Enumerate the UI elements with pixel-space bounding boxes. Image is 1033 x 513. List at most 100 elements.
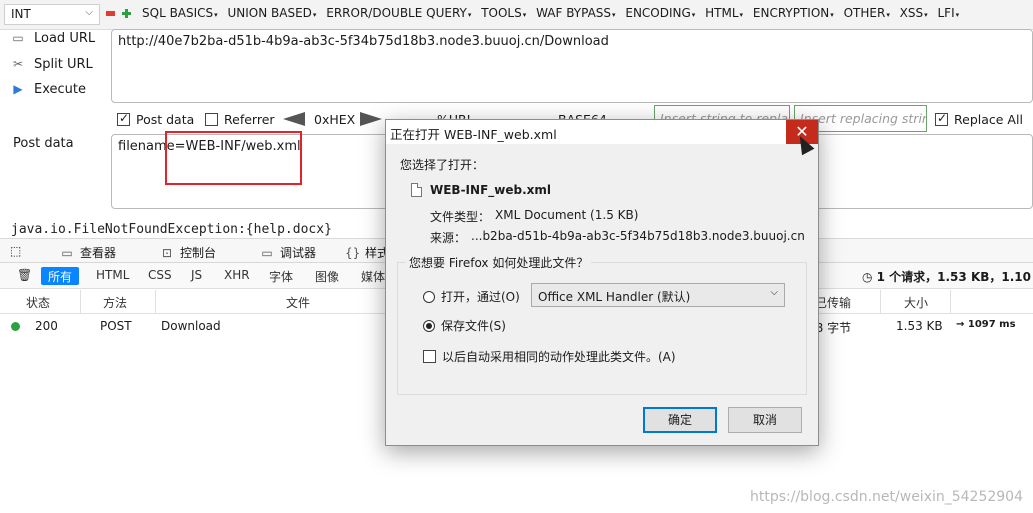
minus-icon[interactable] xyxy=(106,9,115,18)
load-url-label: Load URL xyxy=(34,31,96,46)
filter-images[interactable]: 图像 xyxy=(308,267,346,285)
save-file-radio[interactable]: 保存文件(S) xyxy=(423,317,506,334)
stopwatch-icon: ◷ xyxy=(861,270,877,284)
tab-inspector-label: 查看器 xyxy=(80,246,117,260)
menu-error-double-query[interactable]: ERROR/DOUBLE QUERY xyxy=(326,6,471,20)
int-select[interactable]: INT ⌵ xyxy=(4,4,100,25)
hex-encode-arrow-icon[interactable] xyxy=(360,112,382,126)
tab-style[interactable]: {} 样式 xyxy=(345,244,389,261)
hackbar-toolbar: INT ⌵ SQL BASICS UNION BASED ERROR/DOUBL… xyxy=(0,0,1033,30)
referrer-checkbox[interactable]: Referrer xyxy=(205,112,275,127)
network-summary-text: 1 个请求，1.53 KB，1.10 xyxy=(876,270,1031,284)
file-type-label: 文件类型： xyxy=(430,210,491,224)
replace-all-label: Replace All xyxy=(954,112,1023,127)
checkbox-checked-icon xyxy=(117,111,130,126)
execute-label: Execute xyxy=(34,82,86,97)
dialog-title: 正在打开 WEB-INF_web.xml xyxy=(390,127,557,142)
auto-action-checkbox[interactable]: 以后自动采用相同的动作处理此类文件。(A) xyxy=(423,348,676,365)
checkbox-icon xyxy=(423,350,436,363)
dialog-filename: WEB-INF_web.xml xyxy=(430,183,551,197)
menu-html[interactable]: HTML xyxy=(705,6,743,20)
execute-button[interactable]: ▶ Execute xyxy=(10,82,86,97)
col-file[interactable]: 文件 xyxy=(286,294,310,311)
load-url-button[interactable]: ▭ Load URL xyxy=(10,31,95,46)
source-label: 来源： xyxy=(430,231,467,245)
chevron-down-icon: ⌵ xyxy=(770,287,778,298)
filter-fonts[interactable]: 字体 xyxy=(262,267,300,285)
scissors-icon: ✂ xyxy=(12,57,24,71)
radio-icon xyxy=(423,291,435,303)
menu-sql-basics[interactable]: SQL BASICS xyxy=(142,6,218,20)
app-select[interactable]: Office XML Handler (默认) ⌵ xyxy=(531,283,785,307)
console-icon: ⊡ xyxy=(161,246,173,260)
filter-html[interactable]: HTML xyxy=(89,267,136,285)
replace-all-checkbox[interactable]: Replace All xyxy=(935,111,1023,127)
play-icon: ▶ xyxy=(13,82,23,96)
open-file-dialog: 正在打开 WEB-INF_web.xml ✕ 您选择了打开： WEB-INF_w… xyxy=(385,119,819,446)
dialog-intro: 您选择了打开： xyxy=(400,158,485,172)
menu-encoding[interactable]: ENCODING xyxy=(625,6,695,20)
col-size[interactable]: 大小 xyxy=(904,294,928,311)
row-file: Download xyxy=(161,319,221,333)
referrer-label: Referrer xyxy=(224,112,275,127)
post-data-option-label: Post data xyxy=(136,112,195,127)
open-with-radio[interactable]: 打开，通过(O) xyxy=(423,288,520,305)
filter-all[interactable]: 所有 xyxy=(41,267,80,285)
action-group: 您想要 Firefox 如何处理此文件？ 打开，通过(O) Office XML… xyxy=(397,254,807,395)
filter-xhr[interactable]: XHR xyxy=(217,267,257,285)
ok-button[interactable]: 确定 xyxy=(643,407,717,433)
tab-console-label: 控制台 xyxy=(180,246,217,260)
app-select-value: Office XML Handler (默认) xyxy=(538,290,691,304)
chevron-down-icon: ⌵ xyxy=(85,7,93,18)
row-method: POST xyxy=(100,319,132,333)
row-time: → 1097 ms xyxy=(956,319,1016,330)
status-dot-icon xyxy=(11,322,20,331)
filter-js[interactable]: JS xyxy=(184,267,209,285)
file-type-value: XML Document (1.5 KB) xyxy=(495,208,639,222)
int-select-value: INT xyxy=(11,7,31,21)
checkbox-icon xyxy=(205,113,218,126)
hex-decode-arrow-icon[interactable] xyxy=(283,112,305,126)
row-size: 1.53 KB xyxy=(896,319,943,333)
menu-other[interactable]: OTHER xyxy=(844,6,890,20)
plus-icon[interactable] xyxy=(122,9,131,18)
file-icon xyxy=(411,183,422,197)
tab-debugger[interactable]: ▭ 调试器 xyxy=(260,244,316,261)
url-input[interactable]: http://40e7b2ba-d51b-4b9a-ab3c-5f34b75d1… xyxy=(111,29,1033,103)
source-value: ...b2ba-d51b-4b9a-ab3c-5f34b75d18b3.node… xyxy=(471,229,805,243)
menu-union-based[interactable]: UNION BASED xyxy=(228,6,317,20)
column-divider xyxy=(880,290,881,313)
checkbox-checked-icon xyxy=(935,111,948,126)
post-data-label: Post data xyxy=(13,136,74,151)
menu-waf-bypass[interactable]: WAF BYPASS xyxy=(536,6,615,20)
tab-debugger-label: 调试器 xyxy=(280,246,317,260)
tab-inspector[interactable]: ▭ 查看器 xyxy=(60,244,116,261)
hex-label: 0xHEX xyxy=(314,112,356,127)
row-status: 200 xyxy=(35,319,58,333)
split-url-label: Split URL xyxy=(34,57,93,72)
filter-css[interactable]: CSS xyxy=(141,267,179,285)
col-method[interactable]: 方法 xyxy=(103,294,127,311)
menu-tools[interactable]: TOOLS xyxy=(481,6,526,20)
open-with-label: 打开，通过(O) xyxy=(441,290,520,304)
post-data-checkbox[interactable]: Post data xyxy=(117,111,195,127)
menu-xss[interactable]: XSS xyxy=(900,6,928,20)
hackbar-menu: SQL BASICS UNION BASED ERROR/DOUBLE QUER… xyxy=(142,6,965,20)
tab-console[interactable]: ⊡ 控制台 xyxy=(160,244,216,261)
cancel-button[interactable]: 取消 xyxy=(728,407,802,433)
col-status[interactable]: 状态 xyxy=(26,294,50,311)
braces-icon: {} xyxy=(345,246,361,260)
menu-lfi[interactable]: LFI xyxy=(937,6,959,20)
col-transferred[interactable]: 已传输 xyxy=(815,294,851,311)
column-divider xyxy=(80,290,81,313)
trash-icon[interactable]: 🗑 xyxy=(10,267,39,285)
pick-element-icon[interactable]: ⬚ xyxy=(10,244,21,258)
highlight-annotation xyxy=(165,131,302,185)
url-value: http://40e7b2ba-d51b-4b9a-ab3c-5f34b75d1… xyxy=(118,34,609,49)
save-file-label: 保存文件(S) xyxy=(441,319,506,333)
dialog-titlebar: 正在打开 WEB-INF_web.xml ✕ xyxy=(386,120,818,144)
auto-action-label: 以后自动采用相同的动作处理此类文件。(A) xyxy=(442,350,676,364)
radio-selected-icon xyxy=(423,320,435,332)
menu-encryption[interactable]: ENCRYPTION xyxy=(753,6,834,20)
split-url-button[interactable]: ✂ Split URL xyxy=(10,57,93,72)
